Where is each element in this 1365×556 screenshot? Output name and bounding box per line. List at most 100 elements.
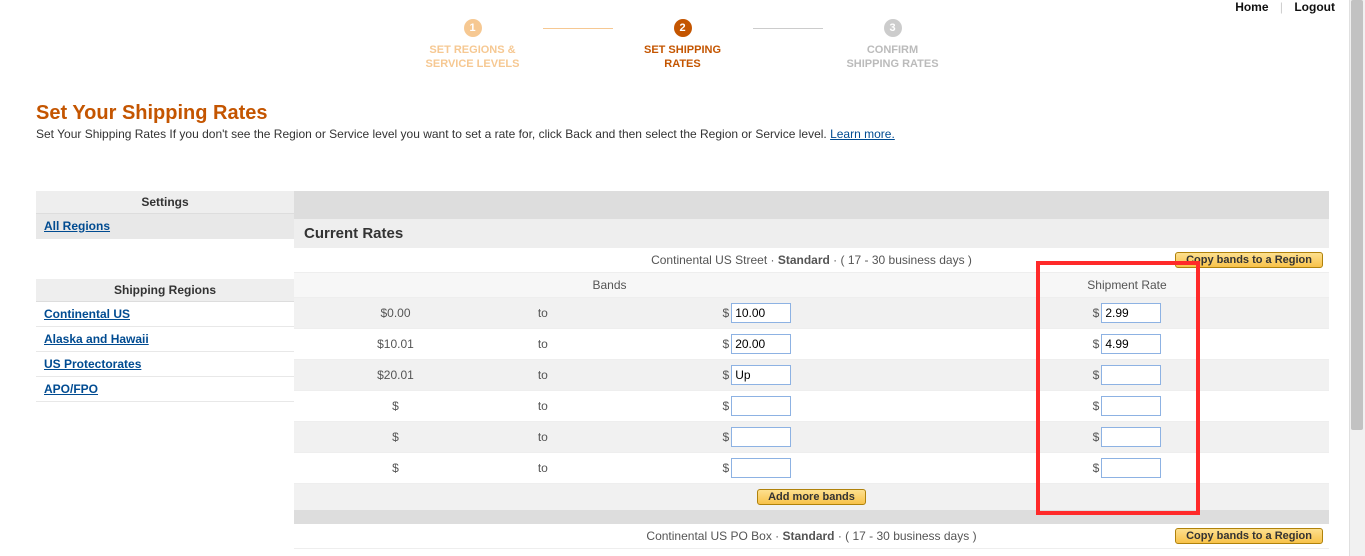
band-to-input[interactable]: [731, 427, 791, 447]
sidebar-item-alaska-hawaii[interactable]: Alaska and Hawaii: [36, 327, 294, 352]
sidebar-item-all-regions[interactable]: All Regions: [36, 214, 294, 239]
wizard-step-2: 2 SET SHIPPINGRATES: [613, 19, 753, 72]
band-to-input[interactable]: [731, 458, 791, 478]
scrollbar[interactable]: [1349, 0, 1365, 556]
wizard-step-1: 1 SET REGIONS &SERVICE LEVELS: [403, 19, 543, 72]
page-subtitle: Set Your Shipping Rates If you don't see…: [36, 127, 1365, 141]
rate-header: Shipment Rate: [925, 272, 1329, 297]
band-from: $: [294, 421, 497, 452]
rate-input[interactable]: [1101, 303, 1161, 323]
wizard-line-1: [543, 28, 613, 29]
dollar-icon: $: [1093, 306, 1102, 320]
dollar-icon: $: [1093, 368, 1102, 382]
wizard-step-2-circle: 2: [674, 19, 692, 37]
dollar-icon: $: [1093, 430, 1102, 444]
logout-link[interactable]: Logout: [1294, 0, 1335, 14]
region-link[interactable]: US Protectorates: [44, 357, 141, 371]
wizard-line-2: [753, 28, 823, 29]
main-panel: Current Rates Continental US Street · St…: [294, 191, 1329, 549]
table-desc-row: Continental US Street · Standard · ( 17 …: [294, 248, 1329, 273]
nav-separator: |: [1272, 0, 1291, 14]
dollar-icon: $: [723, 461, 732, 475]
table-desc-row: Continental US PO Box · Standard · ( 17 …: [294, 524, 1329, 549]
section-separator: [294, 510, 1329, 524]
band-to-label: to: [497, 421, 589, 452]
page-title: Set Your Shipping Rates: [36, 102, 1365, 125]
wizard-step-3-label: CONFIRMSHIPPING RATES: [846, 43, 938, 72]
wizard: 1 SET REGIONS &SERVICE LEVELS 2 SET SHIP…: [0, 19, 1365, 72]
home-link[interactable]: Home: [1235, 0, 1268, 14]
region-link[interactable]: APO/FPO: [44, 382, 98, 396]
dollar-icon: $: [1093, 399, 1102, 413]
rate-input[interactable]: [1101, 396, 1161, 416]
wizard-step-2-label: SET SHIPPINGRATES: [644, 43, 721, 72]
dollar-icon: $: [723, 337, 732, 351]
rate-input[interactable]: [1101, 334, 1161, 354]
region-link[interactable]: Alaska and Hawaii: [44, 332, 149, 346]
band-row: $0.00 to $ $: [294, 297, 1329, 328]
band-row: $10.01 to $ $: [294, 328, 1329, 359]
desc-strong: Standard: [782, 529, 834, 543]
dollar-icon: $: [723, 306, 732, 320]
band-to-label: to: [497, 452, 589, 483]
wizard-step-1-label: SET REGIONS &SERVICE LEVELS: [426, 43, 520, 72]
current-rates-title: Current Rates: [294, 219, 1329, 248]
shipping-regions-header: Shipping Regions: [36, 279, 294, 302]
desc-suffix: · ( 17 - 30 business days ): [830, 253, 972, 267]
sidebar-regions-box: Shipping Regions Continental US Alaska a…: [36, 279, 294, 402]
rate-input[interactable]: [1101, 458, 1161, 478]
region-link[interactable]: Continental US: [44, 307, 130, 321]
add-more-bands-row: Add more bands: [294, 483, 1329, 510]
bands-header: Bands: [294, 272, 925, 297]
dollar-icon: $: [723, 430, 732, 444]
band-to-input[interactable]: [731, 365, 791, 385]
top-gray-bar: [294, 191, 1329, 219]
desc-suffix: · ( 17 - 30 business days ): [835, 529, 977, 543]
desc-strong: Standard: [778, 253, 830, 267]
rate-input[interactable]: [1101, 427, 1161, 447]
band-from: $: [294, 390, 497, 421]
copy-bands-button[interactable]: Copy bands to a Region: [1175, 252, 1323, 268]
dollar-icon: $: [723, 368, 732, 382]
wizard-step-1-circle: 1: [464, 19, 482, 37]
band-row: $20.01 to $ $: [294, 359, 1329, 390]
sidebar-item-continental-us[interactable]: Continental US: [36, 302, 294, 327]
sidebar-settings-box: Settings All Regions: [36, 191, 294, 239]
band-to-label: to: [497, 297, 589, 328]
band-to-label: to: [497, 390, 589, 421]
top-nav: Home | Logout: [0, 0, 1365, 19]
rates-table-street: Continental US Street · Standard · ( 17 …: [294, 248, 1329, 510]
desc-prefix: Continental US Street ·: [651, 253, 778, 267]
all-regions-link[interactable]: All Regions: [44, 219, 110, 233]
sidebar-item-us-protectorates[interactable]: US Protectorates: [36, 352, 294, 377]
dollar-icon: $: [1093, 337, 1102, 351]
sidebar-item-apo-fpo[interactable]: APO/FPO: [36, 377, 294, 402]
band-from: $0.00: [294, 297, 497, 328]
rates-table-pobox: Continental US PO Box · Standard · ( 17 …: [294, 524, 1329, 549]
desc-prefix: Continental US PO Box ·: [646, 529, 782, 543]
wizard-step-3-circle: 3: [884, 19, 902, 37]
band-row: $ to $ $: [294, 390, 1329, 421]
band-to-label: to: [497, 359, 589, 390]
table-header-row: Bands Shipment Rate: [294, 272, 1329, 297]
band-to-input[interactable]: [731, 334, 791, 354]
band-from: $20.01: [294, 359, 497, 390]
band-from: $10.01: [294, 328, 497, 359]
dollar-icon: $: [723, 399, 732, 413]
band-to-label: to: [497, 328, 589, 359]
settings-header: Settings: [36, 191, 294, 214]
band-to-input[interactable]: [731, 396, 791, 416]
add-more-bands-button[interactable]: Add more bands: [757, 489, 866, 505]
page-subtitle-text: Set Your Shipping Rates If you don't see…: [36, 127, 830, 141]
scrollbar-thumb[interactable]: [1351, 0, 1363, 430]
copy-bands-button[interactable]: Copy bands to a Region: [1175, 528, 1323, 544]
sidebar: Settings All Regions Shipping Regions Co…: [36, 191, 294, 442]
heading: Set Your Shipping Rates Set Your Shippin…: [36, 102, 1365, 141]
rate-input[interactable]: [1101, 365, 1161, 385]
band-from: $: [294, 452, 497, 483]
band-to-input[interactable]: [731, 303, 791, 323]
wizard-step-3: 3 CONFIRMSHIPPING RATES: [823, 19, 963, 72]
dollar-icon: $: [1093, 461, 1102, 475]
learn-more-link[interactable]: Learn more.: [830, 127, 895, 141]
band-row: $ to $ $: [294, 421, 1329, 452]
